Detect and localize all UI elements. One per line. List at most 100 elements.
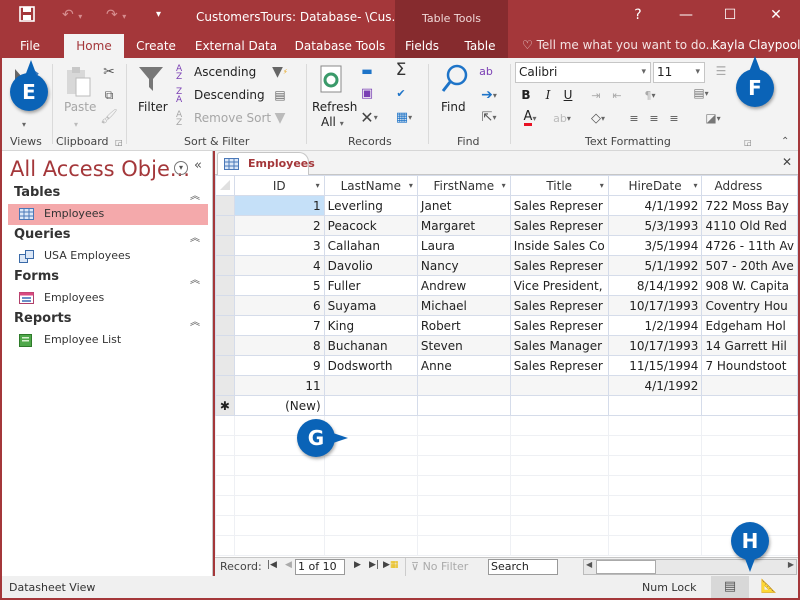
nav-category-tables[interactable]: Tables [14, 185, 60, 200]
design-view-icon[interactable]: 📐 [758, 576, 780, 598]
new-record-icon[interactable]: ▬ [358, 62, 376, 80]
decrease-indent-icon[interactable]: ⇤ [608, 86, 626, 104]
cell-hiredate[interactable]: 8/14/1992 [607, 275, 703, 296]
cell-address[interactable]: 14 Garrett Hil [701, 335, 798, 356]
cell-lastname[interactable]: Fuller [323, 275, 418, 296]
nav-item-usa-employees-query[interactable]: USA Employees [8, 246, 208, 267]
new-record-button[interactable]: ▶▦ [383, 560, 398, 570]
cell-firstname[interactable]: Andrew [416, 275, 511, 296]
align-left-icon[interactable]: ≡ [626, 109, 642, 127]
record-selector[interactable] [215, 375, 235, 396]
scroll-right-button[interactable]: ▶ [788, 560, 794, 569]
collapse-tables-icon[interactable]: ︽ [190, 187, 200, 202]
alternate-row-color-icon[interactable]: ◪ ▾ [699, 108, 727, 128]
cell-address[interactable]: 722 Moss Bay [701, 195, 798, 216]
cell-hiredate[interactable] [607, 395, 703, 416]
redo-icon[interactable]: ↷ ▾ [106, 7, 126, 23]
record-selector[interactable] [215, 315, 235, 336]
cell-title[interactable] [509, 395, 609, 416]
cell-hiredate[interactable]: 5/1/1992 [607, 255, 703, 276]
cell-title[interactable]: Sales Represer [509, 355, 609, 376]
select-icon[interactable]: ⇱ ▾ [476, 108, 502, 126]
record-selector[interactable] [215, 195, 235, 216]
next-record-button[interactable]: ▶ [354, 560, 361, 570]
paste-icon[interactable] [62, 64, 94, 100]
cell-lastname[interactable]: Leverling [323, 195, 418, 216]
column-header-firstname[interactable]: FirstName ▾ [416, 175, 511, 196]
previous-record-button[interactable]: ◀ [285, 560, 292, 570]
align-center-icon[interactable]: ≡ [646, 109, 662, 127]
find-button[interactable]: Find [441, 100, 466, 114]
cell-address[interactable]: 4110 Old Red [701, 215, 798, 236]
help-button[interactable]: ? [626, 7, 650, 23]
nav-item-employee-list-report[interactable]: Employee List [8, 330, 208, 351]
cell-lastname[interactable] [323, 375, 418, 396]
cell-title[interactable]: Sales Represer [509, 295, 609, 316]
tab-table[interactable]: Table [456, 34, 504, 58]
find-icon[interactable] [440, 62, 470, 96]
column-header-title[interactable]: Title ▾ [509, 175, 609, 196]
cell-address[interactable]: 908 W. Capita [701, 275, 798, 296]
cell-address[interactable] [701, 375, 798, 396]
user-account[interactable]: Kayla Claypool [712, 38, 800, 52]
nav-item-employees-form[interactable]: Employees [8, 288, 208, 309]
horizontal-scrollbar[interactable]: ◀ ▶ [583, 559, 797, 575]
font-size-select[interactable]: 11 ▾ [653, 62, 705, 83]
cell-firstname[interactable]: Michael [416, 295, 511, 316]
delete-record-icon[interactable]: ✕ ▾ [358, 108, 380, 127]
left-to-right-icon[interactable]: ¶ ▾ [638, 86, 662, 104]
copy-icon[interactable]: ⧉ [100, 86, 118, 104]
scrollbar-thumb[interactable] [596, 560, 656, 574]
align-right-icon[interactable]: ≡ [666, 109, 682, 127]
font-color-icon[interactable]: A ▾ [517, 108, 543, 128]
nav-category-queries[interactable]: Queries [14, 227, 71, 242]
tell-me-box[interactable]: ♡ Tell me what you want to do... [522, 38, 717, 52]
tab-database-tools[interactable]: Database Tools [292, 34, 388, 58]
font-name-select[interactable]: Calibri ▾ [515, 62, 651, 83]
filter-button[interactable]: Filter [138, 100, 168, 114]
new-record-marker-icon[interactable]: ✱ [215, 395, 235, 416]
underline-button[interactable]: U [560, 86, 576, 104]
cell-firstname[interactable]: Janet [416, 195, 511, 216]
maximize-button[interactable]: ☐ [718, 7, 742, 23]
collapse-forms-icon[interactable]: ︽ [190, 271, 200, 286]
clipboard-launcher-icon[interactable]: ◲ [115, 138, 123, 147]
spelling-icon[interactable]: ✔ [392, 84, 410, 102]
cell-address[interactable]: Coventry Hou [701, 295, 798, 316]
cell-hiredate[interactable]: 10/17/1993 [607, 295, 703, 316]
bullets-icon[interactable]: ☰ [712, 62, 730, 80]
cell-firstname[interactable]: Laura [416, 235, 511, 256]
tab-create[interactable]: Create [130, 34, 182, 58]
record-selector[interactable] [215, 215, 235, 236]
customize-qat-icon[interactable]: ▾ [156, 9, 161, 20]
cell-firstname[interactable] [416, 375, 511, 396]
cell-title[interactable]: Sales Manager [509, 335, 609, 356]
cell-id[interactable]: 3 [233, 235, 325, 256]
column-header-address[interactable]: Address [701, 175, 798, 196]
refresh-all-icon[interactable] [318, 63, 346, 95]
cell-title[interactable] [509, 375, 609, 396]
cell-id[interactable]: 9 [233, 355, 325, 376]
cell-title[interactable]: Inside Sales Co [509, 235, 609, 256]
search-input[interactable]: Search [488, 559, 558, 575]
select-all-corner[interactable] [215, 175, 235, 196]
cell-address[interactable]: 4726 - 11th Av [701, 235, 798, 256]
cell-title[interactable]: Sales Represer [509, 195, 609, 216]
cell-address[interactable]: 507 - 20th Ave [701, 255, 798, 276]
save-record-icon[interactable]: ▣ [358, 84, 376, 102]
cell-id[interactable]: 2 [233, 215, 325, 236]
save-icon[interactable] [19, 6, 35, 26]
cell-hiredate[interactable]: 3/5/1994 [607, 235, 703, 256]
cell-hiredate[interactable]: 4/1/1992 [607, 375, 703, 396]
advanced-filter-icon[interactable]: ▤ [270, 86, 290, 104]
minimize-button[interactable]: — [674, 7, 698, 23]
cell-id[interactable]: (New) [233, 395, 325, 416]
collapse-ribbon-icon[interactable]: ⌃ [781, 136, 789, 147]
filter-status-indicator[interactable]: ⊽ No Filter [411, 560, 468, 573]
cell-lastname[interactable]: Dodsworth [323, 355, 418, 376]
cell-firstname[interactable]: Margaret [416, 215, 511, 236]
shutter-bar-close-icon[interactable]: « [194, 158, 202, 173]
cell-lastname[interactable]: Peacock [323, 215, 418, 236]
cell-id[interactable]: 8 [233, 335, 325, 356]
nav-category-forms[interactable]: Forms [14, 269, 59, 284]
